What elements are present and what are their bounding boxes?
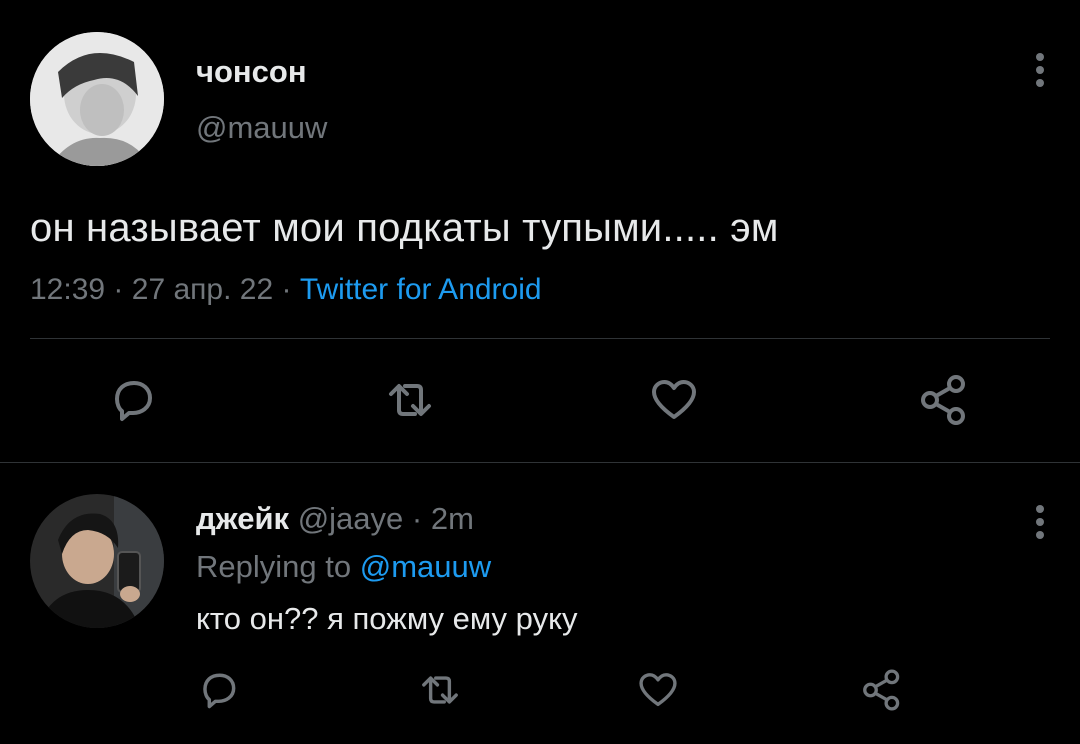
reply-icon xyxy=(203,673,236,709)
retweet-icon xyxy=(422,676,458,704)
tweet-source-link[interactable]: Twitter for Android xyxy=(300,273,542,306)
avatar[interactable] xyxy=(30,32,164,166)
share-button[interactable] xyxy=(856,666,908,714)
tweet-meta: 12:39 · 27 апр. 22 · Twitter for Android xyxy=(30,270,542,310)
reply-button[interactable] xyxy=(102,372,162,428)
meta-separator: · xyxy=(113,273,124,306)
retweet-button[interactable] xyxy=(380,372,440,428)
author-name[interactable]: чонсон xyxy=(196,54,307,90)
reply-header: джейк @jaaye · 2m xyxy=(196,500,474,538)
tweet-text: он называет мои подкаты тупыми..... эм xyxy=(30,206,779,250)
author-handle[interactable]: @jaaye xyxy=(298,501,404,536)
share-icon xyxy=(863,669,900,711)
replying-to: Replying to @mauuw xyxy=(196,548,491,586)
tweet-date: 27 апр. 22 xyxy=(131,273,274,306)
like-button[interactable] xyxy=(644,372,704,428)
share-icon xyxy=(921,375,965,425)
header-separator: · xyxy=(411,501,423,536)
meta-separator: · xyxy=(281,273,292,306)
like-button[interactable] xyxy=(632,666,684,714)
like-icon xyxy=(639,673,677,707)
retweet-icon xyxy=(389,384,431,416)
reply-time: 2m xyxy=(430,501,474,536)
more-options-icon[interactable] xyxy=(1026,502,1054,542)
replying-prefix: Replying to xyxy=(196,549,352,584)
like-icon xyxy=(652,380,696,419)
reply-text: кто он?? я пожму ему руку xyxy=(196,601,578,636)
divider xyxy=(30,338,1050,339)
tweet-time: 12:39 xyxy=(30,273,106,306)
mention-link[interactable]: @mauuw xyxy=(360,549,491,584)
avatar[interactable] xyxy=(30,494,164,628)
reply-icon xyxy=(115,381,152,421)
author-name[interactable]: джейк xyxy=(196,501,289,536)
share-button[interactable] xyxy=(914,372,974,428)
reply-button[interactable] xyxy=(192,666,244,714)
retweet-button[interactable] xyxy=(414,666,466,714)
more-options-icon[interactable] xyxy=(1026,50,1054,90)
author-handle[interactable]: @mauuw xyxy=(196,110,327,146)
divider xyxy=(0,462,1080,463)
